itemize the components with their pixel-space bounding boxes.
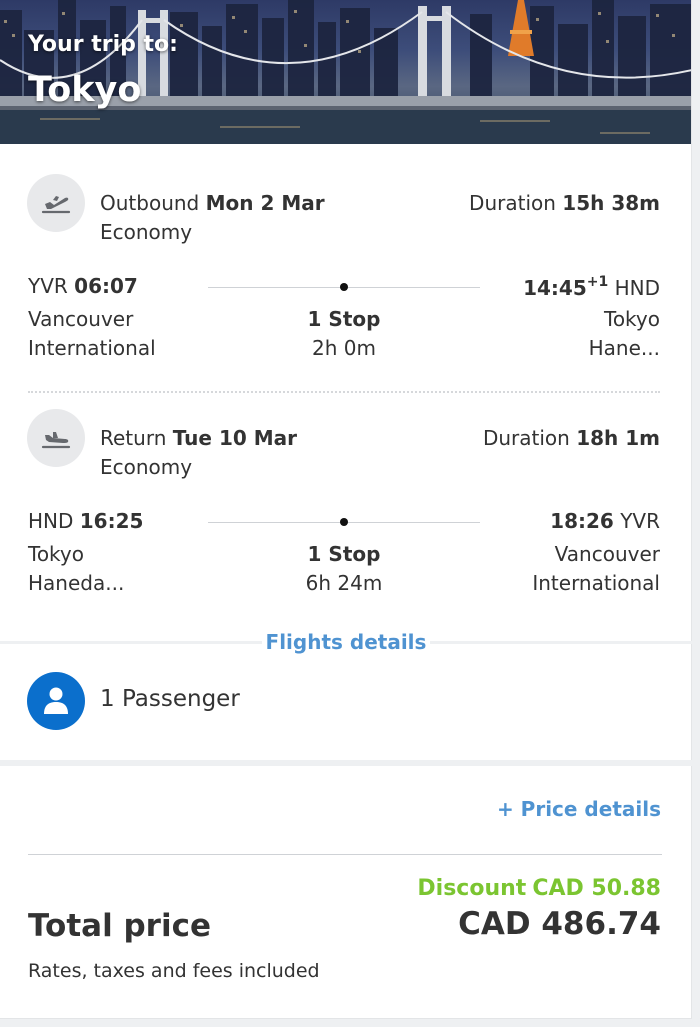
arrival-city: Vancouver — [554, 542, 660, 566]
departure-clock: 16:25 — [79, 509, 144, 533]
user-icon — [27, 672, 85, 730]
departure-city: Vancouver — [28, 307, 134, 331]
divider — [430, 641, 692, 644]
flight-details-link[interactable]: Flights details — [262, 630, 430, 654]
section-divider — [0, 760, 692, 766]
leg-duration: Duration 15h 38m — [469, 191, 660, 215]
plane-landing-icon — [27, 409, 85, 467]
taxes-note: Rates, taxes and fees included — [28, 960, 320, 982]
total-price-value: CAD 486.74 — [458, 906, 661, 942]
departure-airport: Haneda... — [28, 571, 125, 595]
arrival-time: 14:45+1 HND — [523, 274, 660, 300]
cabin-class: Economy — [100, 220, 193, 244]
destination-title: Tokyo — [28, 70, 142, 110]
outbound-leg: Outbound Mon 2 Mar Economy Duration 15h … — [0, 174, 692, 374]
price-details-link[interactable]: + Price details — [497, 797, 661, 821]
leg-label: Return — [100, 426, 167, 450]
layover-duration: 6h 24m — [305, 571, 383, 595]
arrival-clock: 14:45 — [523, 276, 587, 300]
stop-dot — [340, 518, 348, 526]
leg-date: Tue 10 Mar — [172, 426, 298, 450]
departure-code: YVR — [28, 274, 68, 298]
stop-dot — [340, 283, 348, 291]
price-divider — [28, 854, 662, 855]
departure-city: Tokyo — [28, 542, 84, 566]
arrival-clock: 18:26 — [550, 509, 614, 533]
departure-time: HND 16:25 — [28, 509, 143, 533]
passenger-count: 1 Passenger — [100, 686, 240, 712]
departure-code: HND — [28, 509, 74, 533]
cabin-class: Economy — [100, 455, 193, 479]
arrival-airport: Hane... — [588, 336, 660, 360]
leg-label: Outbound — [100, 191, 200, 215]
total-price-label: Total price — [28, 908, 211, 944]
outbound-title: Outbound Mon 2 Mar — [100, 191, 325, 215]
legs-divider — [28, 391, 660, 393]
leg-date: Mon 2 Mar — [205, 191, 325, 215]
arrival-airport: International — [532, 571, 660, 595]
trip-subtitle: Your trip to: — [28, 32, 178, 57]
arrival-city: Tokyo — [604, 307, 660, 331]
arrival-code: HND — [614, 276, 660, 300]
duration-label: Duration — [469, 191, 556, 215]
discount-line: Discount CAD 50.88 — [411, 876, 661, 901]
arrival-code: YVR — [620, 509, 660, 533]
passenger-row: 1 Passenger — [0, 672, 692, 732]
leg-duration: Duration 18h 1m — [483, 426, 660, 450]
day-offset: +1 — [586, 274, 609, 290]
plane-takeoff-icon — [27, 174, 85, 232]
duration-value: 15h 38m — [562, 191, 660, 215]
arrival-time: 18:26 YVR — [550, 509, 660, 533]
departure-time: YVR 06:07 — [28, 274, 138, 298]
layover-duration: 2h 0m — [312, 336, 376, 360]
return-leg: Return Tue 10 Mar Economy Duration 18h 1… — [0, 409, 692, 609]
discount-label: Discount — [417, 876, 527, 901]
departure-airport: International — [28, 336, 156, 360]
divider — [0, 641, 262, 644]
duration-label: Duration — [482, 426, 570, 450]
flight-details-row: Flights details — [0, 627, 692, 659]
destination-hero-image: Your trip to: Tokyo — [0, 0, 691, 144]
stops-count: 1 Stop — [307, 542, 381, 566]
departure-clock: 06:07 — [74, 274, 138, 298]
trip-summary-card: Your trip to: Tokyo Outbound Mon 2 Mar E… — [0, 0, 692, 1019]
stops-count: 1 Stop — [307, 307, 381, 331]
return-title: Return Tue 10 Mar — [100, 426, 297, 450]
discount-value: CAD 50.88 — [532, 876, 661, 901]
duration-value: 18h 1m — [576, 426, 660, 450]
